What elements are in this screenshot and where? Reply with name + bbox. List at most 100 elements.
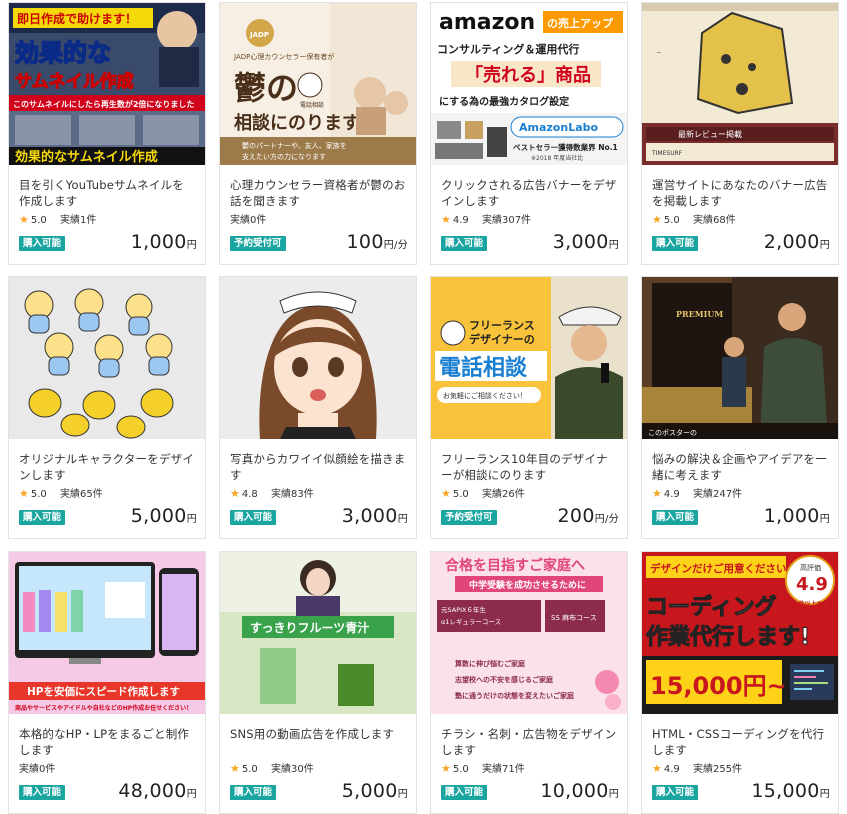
service-thumbnail[interactable]: JADP JADP心理カウンセラー保有者が 鬱の 電話相談 相談にのります 鬱の… <box>220 3 416 165</box>
service-meta: ★ 5.0 実績1件 <box>19 211 195 227</box>
price-value: 15,000 <box>751 780 820 802</box>
thumbnail-banner-ad: ~ 最新レビュー掲載 TIMESURF <box>642 3 838 165</box>
sales-prefix: 実績 <box>481 764 502 775</box>
svg-text:α1レギュラーコース: α1レギュラーコース <box>441 618 501 626</box>
service-thumbnail[interactable]: PREMIUM このポスターの <box>642 277 838 439</box>
svg-text:15,000円~: 15,000円~ <box>650 672 787 700</box>
service-title[interactable]: SNS用の動画広告を作成します <box>230 726 406 758</box>
svg-text:合格を目指すご家庭へ: 合格を目指すご家庭へ <box>445 557 585 574</box>
price-unit: 円 <box>186 514 197 525</box>
service-title[interactable]: 本格的なHP・LPをまるごと制作します <box>19 726 195 758</box>
price: 100円/分 <box>347 231 408 253</box>
rating-value: 5.0 <box>452 489 469 500</box>
price-unit: 円 <box>819 240 830 251</box>
service-thumbnail[interactable]: amazon の売上アップ コンサルティング＆運用代行 「売れる」商品 にする為… <box>431 3 627 165</box>
service-card[interactable]: オリジナルキャラクターをデザインします ★ 5.0 実績65件 購入可能 5,00… <box>8 276 206 539</box>
card-body: 目を引くYouTubeサムネイルを作成します ★ 5.0 実績1件 購入可能 1,… <box>9 165 205 264</box>
service-card[interactable]: ~ 最新レビュー掲載 TIMESURF 運営サイトにあなたのバナー広告を掲載しま… <box>641 2 839 265</box>
svg-text:鬱の: 鬱の <box>234 69 298 107</box>
svg-text:250件以上の実績あり: 250件以上の実績あり <box>786 600 838 608</box>
service-card[interactable]: フリーランス デザイナーの 電話相談 お気軽にご相談ください！ フリーランス10… <box>430 276 628 539</box>
rating-value: 5.0 <box>30 489 47 500</box>
service-title[interactable]: 目を引くYouTubeサムネイルを作成します <box>19 177 195 209</box>
service-title[interactable]: 写真からカワイイ似顔絵を描きます <box>230 451 406 483</box>
svg-text:JADP心理カウンセラー保有者が: JADP心理カウンセラー保有者が <box>233 52 334 61</box>
service-card[interactable]: amazon の売上アップ コンサルティング＆運用代行 「売れる」商品 にする為… <box>430 2 628 265</box>
price: 48,000円 <box>118 780 197 802</box>
svg-text:にする為の最強カタログ設定: にする為の最強カタログ設定 <box>439 95 569 108</box>
price-unit: 円 <box>819 789 830 800</box>
svg-text:効果的なサムネイル作成: 効果的なサムネイル作成 <box>15 149 158 165</box>
service-card[interactable]: 即日作成で助けます！ 効果的な サムネイル作成 このサムネイルにしたら再生数が2… <box>8 2 206 265</box>
svg-text:元SAPIX６年生: 元SAPIX６年生 <box>441 605 486 614</box>
service-thumbnail[interactable]: 合格を目指すご家庭へ 中学受験を成功させるために 元SAPIX６年生 α1レギュ… <box>431 552 627 714</box>
service-thumbnail[interactable] <box>220 277 416 439</box>
rating-value: 5.0 <box>663 215 680 226</box>
service-thumbnail[interactable]: フリーランス デザイナーの 電話相談 お気軽にご相談ください！ <box>431 277 627 439</box>
price-value: 1,000 <box>763 505 820 527</box>
sales-prefix: 実績 <box>692 215 713 226</box>
svg-text:電話相談: 電話相談 <box>300 101 324 109</box>
sales-prefix: 実績 <box>59 489 80 500</box>
service-thumbnail[interactable]: すっきりフルーツ青汁 <box>220 552 416 714</box>
svg-text:高評価: 高評価 <box>800 563 821 572</box>
service-thumbnail[interactable] <box>9 277 205 439</box>
price-unit: 円 <box>608 240 619 251</box>
price: 3,000円 <box>342 505 408 527</box>
svg-text:デザインだけご用意ください: デザインだけご用意ください <box>650 562 787 575</box>
service-meta: ★ 4.9 実績255件 <box>652 760 828 776</box>
service-thumbnail[interactable]: ~ 最新レビュー掲載 TIMESURF <box>642 3 838 165</box>
star-icon: ★ <box>652 487 662 500</box>
rating-value: 5.0 <box>30 215 47 226</box>
card-body: フリーランス10年目のデザイナーが相談にのります ★ 5.0 実績26件 予約受付… <box>431 439 627 538</box>
thumbnail-characters <box>9 277 205 439</box>
svg-text:SS 麻布コース: SS 麻布コース <box>551 613 597 622</box>
card-body: 本格的なHP・LPをまるごと制作します 実績0件 購入可能 48,000円 <box>9 714 205 813</box>
service-thumbnail[interactable]: デザインだけご用意ください 高評価 4.9 250件以上の実績あり コーディング… <box>642 552 838 714</box>
svg-text:即日作成で助けます！: 即日作成で助けます！ <box>17 11 137 26</box>
price: 5,000円 <box>342 780 408 802</box>
thumbnail-flyer: 合格を目指すご家庭へ 中学受験を成功させるために 元SAPIX６年生 α1レギュ… <box>431 552 627 714</box>
svg-text:塾に通うだけの状態を変えたいご家庭: 塾に通うだけの状態を変えたいご家庭 <box>455 691 575 700</box>
card-body: クリックされる広告バナーをデザインします ★ 4.9 実績307件 購入可能 3,… <box>431 165 627 264</box>
thumbnail-amazon: amazon の売上アップ コンサルティング＆運用代行 「売れる」商品 にする為… <box>431 3 627 165</box>
price: 15,000円 <box>751 780 830 802</box>
service-card[interactable]: 写真からカワイイ似顔絵を描きます ★ 4.8 実績83件 購入可能 3,000円 <box>219 276 417 539</box>
service-title[interactable]: オリジナルキャラクターをデザインします <box>19 451 195 483</box>
svg-text:電話相談: 電話相談 <box>439 355 528 381</box>
thumbnail-portrait <box>220 277 416 439</box>
service-title[interactable]: 悩みの解決＆企画やアイデアを一緒に考えます <box>652 451 828 483</box>
service-meta: ★ 4.9 実績247件 <box>652 485 828 501</box>
sales-count: 71件 <box>501 764 525 775</box>
sales-count: 83件 <box>290 489 314 500</box>
star-icon: ★ <box>19 487 29 500</box>
card-footer: 予約受付可 200円/分 <box>441 503 619 527</box>
service-card[interactable]: すっきりフルーツ青汁 SNS用の動画広告を作成します ★ 5.0 実績30件 購入… <box>219 551 417 814</box>
service-title[interactable]: 心理カウンセラー資格者が鬱のお話を聞きます <box>230 177 406 209</box>
service-thumbnail[interactable]: 即日作成で助けます！ 効果的な サムネイル作成 このサムネイルにしたら再生数が2… <box>9 3 205 165</box>
svg-text:このサムネイルにしたら再生数が2倍になりました: このサムネイルにしたら再生数が2倍になりました <box>13 99 194 109</box>
service-title[interactable]: HTML・CSSコーディングを代行します <box>652 726 828 758</box>
sales-count: 255件 <box>712 764 743 775</box>
service-card[interactable]: 合格を目指すご家庭へ 中学受験を成功させるために 元SAPIX６年生 α1レギュ… <box>430 551 628 814</box>
star-icon: ★ <box>19 213 29 226</box>
status-badge: 購入可能 <box>19 785 66 800</box>
service-grid: 即日作成で助けます！ 効果的な サムネイル作成 このサムネイルにしたら再生数が2… <box>0 0 847 814</box>
service-card[interactable]: デザインだけご用意ください 高評価 4.9 250件以上の実績あり コーディング… <box>641 551 839 814</box>
service-thumbnail[interactable]: HPを安価にスピード作成します 商品やサービスやアイドルや自社などのHP作成お任… <box>9 552 205 714</box>
service-meta: ★ 4.9 実績307件 <box>441 211 617 227</box>
svg-text:効果的な: 効果的な <box>15 39 111 67</box>
star-icon: ★ <box>441 213 451 226</box>
price-unit: 円 <box>819 514 830 525</box>
sales-count: 0件 <box>250 215 267 226</box>
sales-prefix: 実績 <box>481 215 502 226</box>
service-title[interactable]: フリーランス10年目のデザイナーが相談にのります <box>441 451 617 483</box>
service-meta: ★ 5.0 実績71件 <box>441 760 617 776</box>
service-title[interactable]: チラシ・名刺・広告物をデザインします <box>441 726 617 758</box>
service-title[interactable]: クリックされる広告バナーをデザインします <box>441 177 617 209</box>
service-card[interactable]: PREMIUM このポスターの 悩みの解決＆企画やアイデアを一緒に考えます ★ 4… <box>641 276 839 539</box>
service-card[interactable]: JADP JADP心理カウンセラー保有者が 鬱の 電話相談 相談にのります 鬱の… <box>219 2 417 265</box>
service-title[interactable]: 運営サイトにあなたのバナー広告を掲載します <box>652 177 828 209</box>
sales-prefix: 実績 <box>692 489 713 500</box>
service-card[interactable]: HPを安価にスピード作成します 商品やサービスやアイドルや自社などのHP作成お任… <box>8 551 206 814</box>
